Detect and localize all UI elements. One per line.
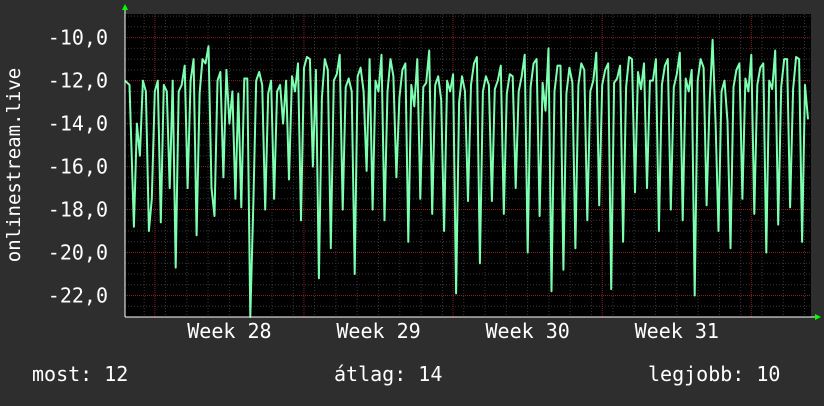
x-axis-arrow bbox=[815, 314, 821, 320]
y-tick-label: -20,0 bbox=[48, 241, 108, 265]
stat-average: átlag: 14 bbox=[334, 362, 443, 386]
stat-best: legjobb: 10 bbox=[648, 362, 781, 386]
y-tick-label: -10,0 bbox=[48, 26, 108, 50]
y-tick-label: -16,0 bbox=[48, 155, 108, 179]
y-tick-label: -22,0 bbox=[48, 284, 108, 308]
y-tick-label: -14,0 bbox=[48, 112, 108, 136]
stat-most: most: 12 bbox=[32, 362, 129, 386]
x-tick-label: Week 28 bbox=[187, 319, 271, 343]
x-tick-label: Week 29 bbox=[336, 319, 420, 343]
x-tick-label: Week 31 bbox=[635, 319, 719, 343]
y-tick-label: -18,0 bbox=[48, 198, 108, 222]
y-tick-label: -12,0 bbox=[48, 69, 108, 93]
chart-root: -10,0 -12,0 -14,0 -16,0 -18,0 -20,0 -22,0 Week … bbox=[0, 0, 824, 402]
y-axis-arrow bbox=[122, 4, 128, 10]
chart-svg: -10,0 -12,0 -14,0 -16,0 -18,0 -20,0 -22,0 Week … bbox=[3, 4, 821, 343]
x-tick-label: Week 30 bbox=[486, 319, 570, 343]
y-axis-title: onlinestream.live bbox=[3, 68, 25, 262]
